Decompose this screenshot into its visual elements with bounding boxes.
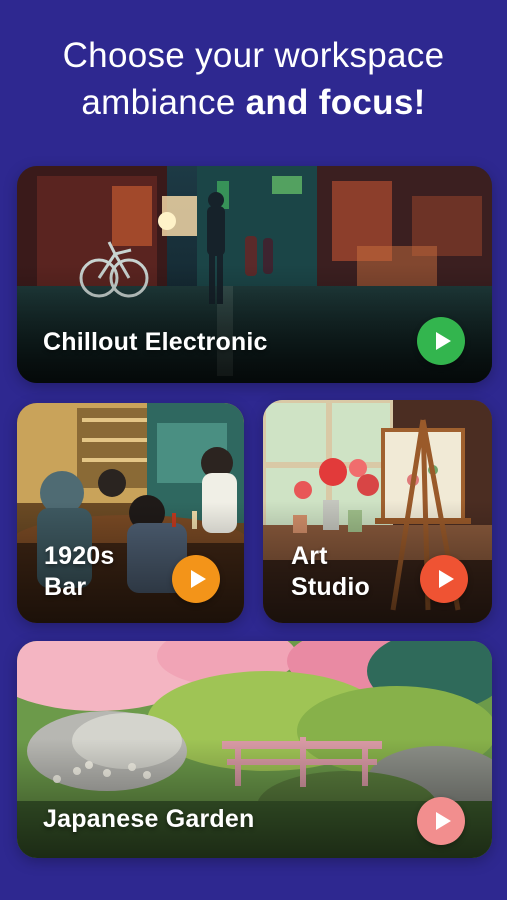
play-icon [436, 332, 451, 350]
card-label-line: Bar [44, 573, 87, 601]
heading-line-2: ambiance and focus! [0, 79, 507, 126]
play-button-art-studio[interactable] [420, 555, 468, 603]
card-label-line: Art [291, 542, 328, 570]
play-icon [436, 812, 451, 830]
play-icon [439, 570, 454, 588]
play-button-chillout-electronic[interactable] [417, 317, 465, 365]
ambiance-card-chillout-electronic[interactable]: Chillout Electronic [17, 166, 492, 383]
card-label: Japanese Garden [43, 804, 254, 835]
page-heading: Choose your workspace ambiance and focus… [0, 32, 507, 126]
play-button-japanese-garden[interactable] [417, 797, 465, 845]
heading-line-2-bold: and focus! [245, 83, 426, 122]
play-button-1920s-bar[interactable] [172, 555, 220, 603]
card-label: Chillout Electronic [43, 327, 268, 358]
card-label-line: Chillout Electronic [43, 328, 268, 356]
card-label-line: 1920s [44, 542, 115, 570]
ambiance-card-japanese-garden[interactable]: Japanese Garden [17, 641, 492, 858]
card-label-line: Japanese Garden [43, 805, 255, 833]
ambiance-card-1920s-bar[interactable]: 1920s Bar [17, 403, 244, 623]
card-label: Art Studio [291, 541, 370, 603]
heading-line-1: Choose your workspace [62, 36, 445, 75]
heading-line-2-regular: ambiance [81, 83, 246, 122]
play-icon [191, 570, 206, 588]
card-label: 1920s Bar [44, 541, 115, 603]
ambiance-card-art-studio[interactable]: Art Studio [263, 400, 492, 623]
card-label-line: Studio [291, 573, 370, 601]
